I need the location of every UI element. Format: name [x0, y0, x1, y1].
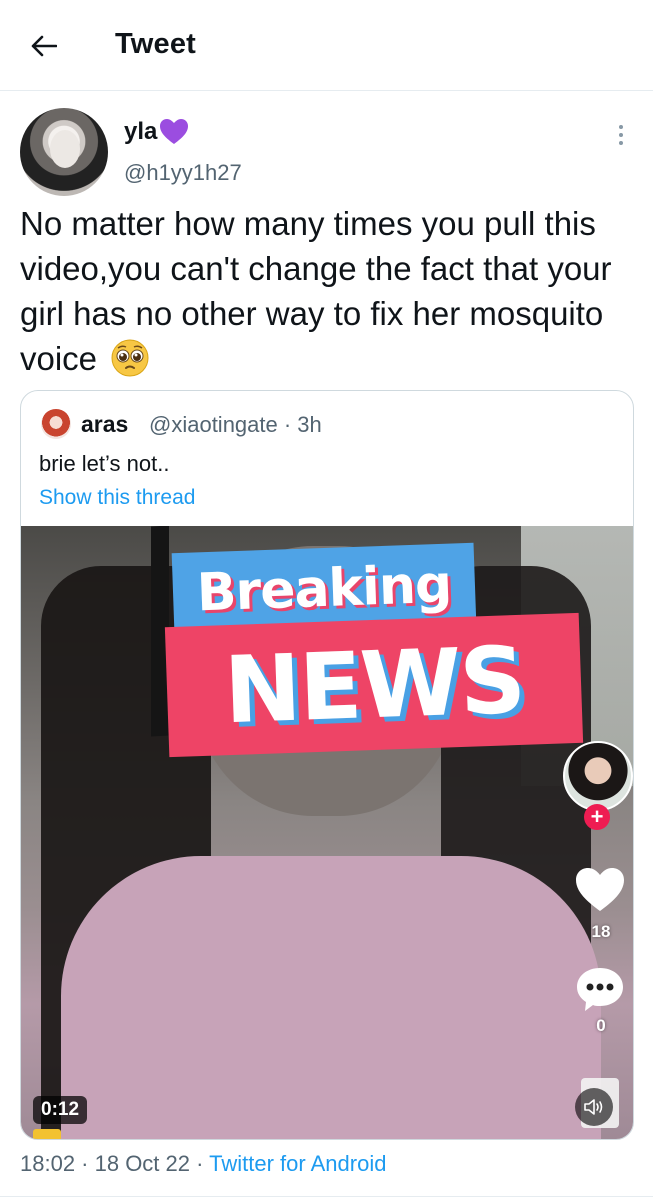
page-title: Tweet: [115, 28, 197, 60]
arrow-left-icon: [31, 35, 57, 57]
tweet-body: No matter how many times you pull this v…: [20, 205, 612, 377]
divider: [0, 1196, 653, 1197]
back-button[interactable]: [22, 24, 66, 68]
tweet-client-link[interactable]: Twitter for Android: [209, 1151, 386, 1176]
author-name[interactable]: yla: [124, 118, 157, 146]
news-banner: NEWS: [164, 612, 584, 758]
quoted-author-avatar[interactable]: [41, 409, 71, 439]
creator-avatar[interactable]: [563, 741, 633, 811]
author-handle[interactable]: @h1yy1h27: [124, 160, 242, 186]
pleading-face-icon: [111, 339, 149, 377]
like-count: 18: [591, 922, 611, 941]
quoted-tweet-text: brie let’s not..: [39, 451, 170, 476]
speaker-icon: [584, 1099, 603, 1115]
tweet-meta-line: 18:02 · 18 Oct 22 · Twitter for Android: [20, 1151, 386, 1177]
quoted-author-name[interactable]: aras: [81, 411, 128, 438]
breaking-text: Breaking: [195, 554, 453, 624]
tweet-text: No matter how many times you pull this v…: [20, 201, 630, 381]
comment-count: 0: [596, 1016, 606, 1035]
tweet-timestamp[interactable]: 18:02 · 18 Oct 22 ·: [20, 1151, 209, 1176]
author-name-row[interactable]: yla: [124, 118, 189, 146]
mute-button[interactable]: [575, 1088, 613, 1126]
like-heart-icon[interactable]: [574, 866, 626, 914]
show-thread-link[interactable]: Show this thread: [39, 486, 195, 510]
more-options-button[interactable]: [606, 120, 636, 150]
purple-heart-icon: [160, 119, 189, 144]
quoted-tweet-card[interactable]: aras @xiaotingate · 3h brie let’s not.. …: [20, 390, 634, 1140]
yellow-badge: [33, 1129, 61, 1139]
video-subject-shirt: [61, 856, 601, 1139]
news-text: NEWS: [222, 626, 526, 744]
author-avatar[interactable]: [20, 108, 108, 196]
video-duration: 0:12: [33, 1096, 88, 1124]
comment-bubble-icon[interactable]: [575, 966, 625, 1012]
follow-plus-icon[interactable]: +: [584, 804, 610, 830]
quoted-author-meta: @xiaotingate · 3h: [149, 412, 322, 437]
video-player[interactable]: Breaking NEWS + 18 0 0:12: [21, 526, 633, 1139]
top-bar: Tweet: [0, 0, 653, 91]
